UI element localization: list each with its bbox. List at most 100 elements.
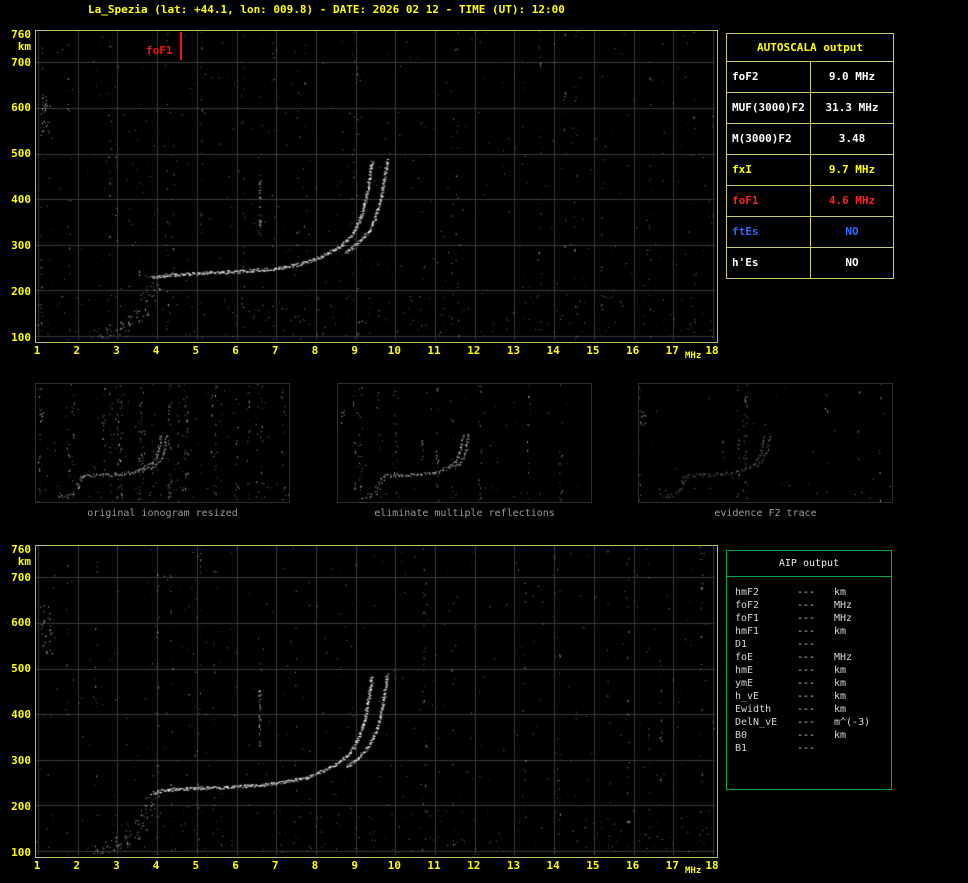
y-axis-tick: 100	[11, 846, 31, 859]
aip-param-unit: km	[834, 704, 847, 715]
aip-output-panel: AIP output hmF2 --- km foF2 --- MHz foF1 --- M…	[726, 550, 892, 790]
aip-param-value: ---	[797, 743, 816, 754]
param-label: h'Es	[727, 248, 811, 278]
x-axis-tick: 15	[586, 344, 600, 357]
aip-param-unit: km	[834, 730, 847, 741]
y-axis-tick: 700	[11, 55, 31, 69]
x-axis-tick: 1	[33, 859, 41, 872]
thumbnail-original-ionogram	[35, 383, 290, 503]
aip-param-unit: MHz	[834, 600, 853, 611]
aip-param-value: ---	[797, 717, 816, 728]
aip-param-name: B1	[735, 743, 748, 754]
list-item: foF1 --- MHz	[735, 612, 891, 625]
x-axis-tick: 13	[506, 344, 521, 357]
thumbnail-f2-trace	[638, 383, 893, 503]
aip-param-value: ---	[797, 678, 816, 689]
aip-param-unit: km	[834, 626, 847, 637]
aip-param-name: hmF2	[735, 587, 760, 598]
list-item: h_vE --- km	[735, 690, 891, 703]
autoscala-output-table: AUTOSCALA output foF2 9.0 MHz MUF(3000)F…	[726, 33, 894, 279]
param-value: 9.0 MHz	[828, 70, 876, 83]
param-label: foF2	[727, 62, 811, 92]
y-axis-unit: km	[17, 40, 31, 53]
y-axis-tick: 300	[11, 754, 31, 768]
x-axis-tick: 3	[113, 859, 120, 872]
autoscala-table-header: AUTOSCALA output	[727, 34, 893, 62]
aip-param-name: foF1	[735, 613, 760, 624]
aip-param-value: ---	[797, 587, 816, 598]
table-row: fxI 9.7 MHz	[727, 155, 893, 186]
x-axis-tick: 8	[311, 344, 319, 357]
aip-param-value: ---	[797, 665, 816, 676]
x-axis-tick: 17	[665, 859, 679, 872]
table-row: foF2 9.0 MHz	[727, 62, 893, 93]
table-row: M(3000)F2 3.48	[727, 124, 893, 155]
list-item: foF2 --- MHz	[735, 599, 891, 612]
aip-param-value: ---	[797, 652, 816, 663]
aip-panel-header: AIP output	[727, 551, 891, 577]
x-axis-tick: 7	[271, 344, 279, 357]
thumbnail-caption: original ionogram resized	[87, 508, 238, 519]
param-label: foF1	[727, 186, 811, 216]
param-label: MUF(3000)F2	[727, 93, 811, 123]
x-axis-tick: 12	[467, 859, 481, 872]
x-axis-tick: 4	[152, 344, 160, 357]
param-value: 9.7 MHz	[828, 163, 876, 176]
ionogram-plot-bottom	[35, 545, 718, 858]
aip-param-unit: km	[834, 665, 847, 676]
ionogram-canvas-top	[36, 31, 715, 340]
aip-param-name: hmE	[735, 665, 754, 676]
list-item: B0 --- km	[735, 729, 891, 742]
table-row: ftEs NO	[727, 217, 893, 248]
y-axis-tick: 300	[11, 239, 31, 253]
aip-param-name: D1	[735, 639, 748, 650]
list-item: foE --- MHz	[735, 651, 891, 664]
aip-param-value: ---	[797, 639, 816, 650]
x-axis-tick: 17	[665, 344, 679, 357]
x-axis-tick: 5	[192, 344, 200, 357]
aip-param-value: ---	[797, 600, 816, 611]
param-value: NO	[845, 225, 859, 238]
aip-param-unit: km	[834, 678, 847, 689]
thumbnail-multiple-reflections	[337, 383, 592, 503]
aip-param-value: ---	[797, 613, 816, 624]
aip-param-unit: MHz	[834, 652, 853, 663]
list-item: B1 ---	[735, 742, 891, 755]
thumbnail-caption: evidence F2 trace	[714, 508, 817, 519]
y-axis-tick: 600	[11, 616, 31, 630]
x-axis-tick: 7	[271, 859, 279, 872]
param-value: 3.48	[838, 132, 866, 145]
table-row: h'Es NO	[727, 248, 893, 278]
x-axis-tick: 11	[427, 344, 441, 357]
aip-param-name: h_vE	[735, 691, 760, 702]
y-axis-tick: 400	[11, 193, 31, 207]
x-axis-tick: 16	[625, 344, 640, 357]
x-axis-tick: 13	[506, 859, 521, 872]
x-axis-tick: 10	[387, 344, 401, 357]
aip-param-value: ---	[797, 691, 816, 702]
x-axis-tick: 8	[311, 859, 319, 872]
x-axis-tick: 14	[546, 344, 560, 357]
x-axis-tick: 11	[427, 859, 441, 872]
aip-param-name: Ewidth	[735, 704, 772, 715]
fof1-marker-line	[180, 32, 182, 60]
x-axis-tick: 5	[192, 859, 200, 872]
y-axis-tick: 200	[11, 800, 31, 814]
aip-param-unit	[834, 742, 891, 755]
x-axis-tick: 16	[625, 859, 640, 872]
x-axis-tick: 2	[73, 859, 81, 872]
y-axis-unit: km	[17, 555, 31, 568]
y-axis-tick: 100	[11, 331, 31, 344]
x-axis-unit: MHz	[685, 866, 702, 876]
aip-param-unit: km	[834, 587, 847, 598]
x-axis-tick: 10	[387, 859, 401, 872]
aip-param-unit: m^(-3)	[834, 717, 871, 728]
x-axis-tick: 12	[467, 344, 481, 357]
thumbnail-canvas	[36, 384, 289, 502]
x-axis-tick: 6	[232, 344, 239, 357]
x-axis-tick: 15	[586, 859, 600, 872]
x-axis-tick: 4	[152, 859, 160, 872]
param-value: NO	[845, 256, 859, 269]
autoscala-window: La_Spezia (lat: +44.1, lon: 009.8) - DAT…	[0, 0, 968, 883]
param-value: 4.6 MHz	[828, 194, 876, 207]
